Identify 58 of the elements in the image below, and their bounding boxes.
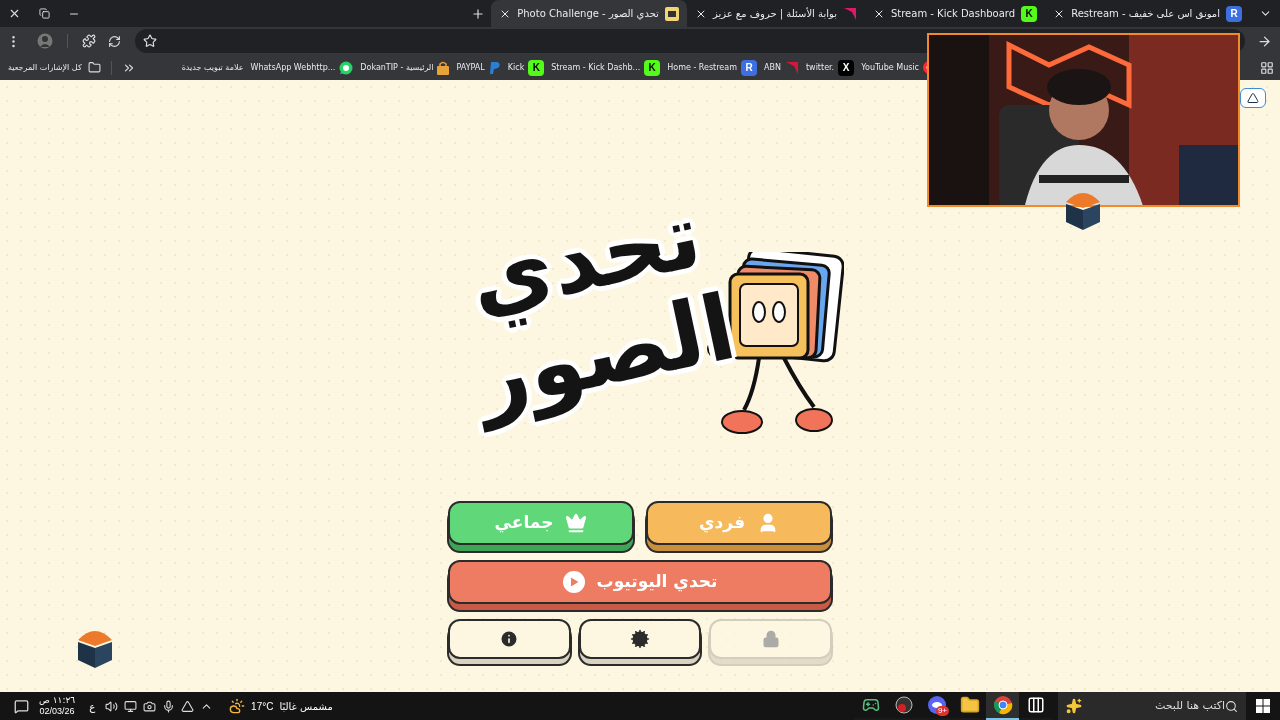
browser-tab[interactable]: تحدي الصور - Photo Challenge xyxy=(491,0,687,27)
favicon-badge: K xyxy=(1021,5,1038,22)
windows-logo-icon[interactable] xyxy=(1256,699,1270,713)
bookmark-item[interactable]: WhatsApp Webhttp... xyxy=(250,60,354,75)
browser-tab[interactable]: Stream - Kick Dashboard K xyxy=(864,0,1046,27)
close-icon[interactable] xyxy=(8,7,21,20)
bookmark-item[interactable]: ABN xyxy=(764,60,799,75)
tab-title: تحدي الصور - Photo Challenge xyxy=(517,7,659,21)
folder-icon xyxy=(87,61,101,74)
tab-title: امونق اس على خفيف - Restream xyxy=(1071,7,1220,21)
bookmark-item[interactable]: Stream - Kick Dashb... K xyxy=(551,59,661,76)
favicon-badge: R xyxy=(1226,5,1242,22)
bookmark-item[interactable]: علامة تبويب جديدة xyxy=(181,61,244,74)
favicon-badge: K xyxy=(644,59,661,76)
favicon-badge: X xyxy=(838,59,855,76)
favicon-badge: R xyxy=(741,59,757,76)
bookmark-item[interactable]: twitter. X xyxy=(805,59,855,76)
notification-badge: 9+ xyxy=(935,706,949,716)
apps-icon[interactable] xyxy=(1260,60,1274,75)
search-box[interactable]: اكتب هنا للبحث xyxy=(1058,692,1246,720)
tab-title: Stream - Kick Dashboard xyxy=(890,7,1016,21)
bookmark-item[interactable]: Kick K xyxy=(507,59,545,76)
all-bookmarks-item[interactable]: كل الإشارات المرجعية xyxy=(8,61,101,74)
bookmark-star-icon[interactable] xyxy=(143,34,157,48)
forward-icon[interactable] xyxy=(1257,33,1272,49)
task-view-icon xyxy=(1026,696,1045,714)
info-icon xyxy=(499,629,520,649)
taskbar-app[interactable] xyxy=(986,692,1019,720)
notifications-icon[interactable] xyxy=(14,698,29,714)
camera-icon[interactable] xyxy=(143,699,157,713)
browser-tab[interactable]: بوابة الأسئلة | حروف مع عزيز xyxy=(686,0,865,27)
microphone-icon[interactable] xyxy=(162,699,176,713)
tab-title: بوابة الأسئلة | حروف مع عزيز xyxy=(712,6,837,21)
settings-icon xyxy=(630,629,650,649)
language-indicator[interactable]: ع xyxy=(89,698,96,714)
taskbar-app[interactable]: 9+ xyxy=(920,692,953,720)
bookmark-item[interactable]: Home - Restream R xyxy=(667,59,757,76)
network-icon[interactable] xyxy=(124,699,138,713)
gamepad-icon xyxy=(861,696,880,714)
new-tab-icon[interactable] xyxy=(471,6,486,21)
profile-avatar-icon[interactable] xyxy=(37,33,53,49)
bookmark-item[interactable]: الرئيسية - DokanTIP xyxy=(360,60,450,75)
crown-icon xyxy=(565,512,588,534)
favicon-badge: K xyxy=(528,59,545,76)
extension-pin-button[interactable] xyxy=(1240,88,1266,108)
record-icon xyxy=(893,695,914,715)
search-field[interactable]: اكتب هنا للبحث xyxy=(1082,697,1225,715)
weather-icon xyxy=(229,698,246,714)
browser-icon xyxy=(992,695,1013,715)
volume-icon[interactable] xyxy=(105,699,119,713)
search-icon xyxy=(1225,699,1238,713)
folder-icon xyxy=(959,695,980,715)
sparkle-icon xyxy=(1066,698,1082,714)
sync-icon[interactable] xyxy=(108,34,121,48)
bookmark-item[interactable]: PAYPAL xyxy=(456,60,501,75)
play-icon xyxy=(562,571,585,593)
restore-icon[interactable] xyxy=(39,8,50,19)
extensions-icon[interactable] xyxy=(82,34,96,48)
